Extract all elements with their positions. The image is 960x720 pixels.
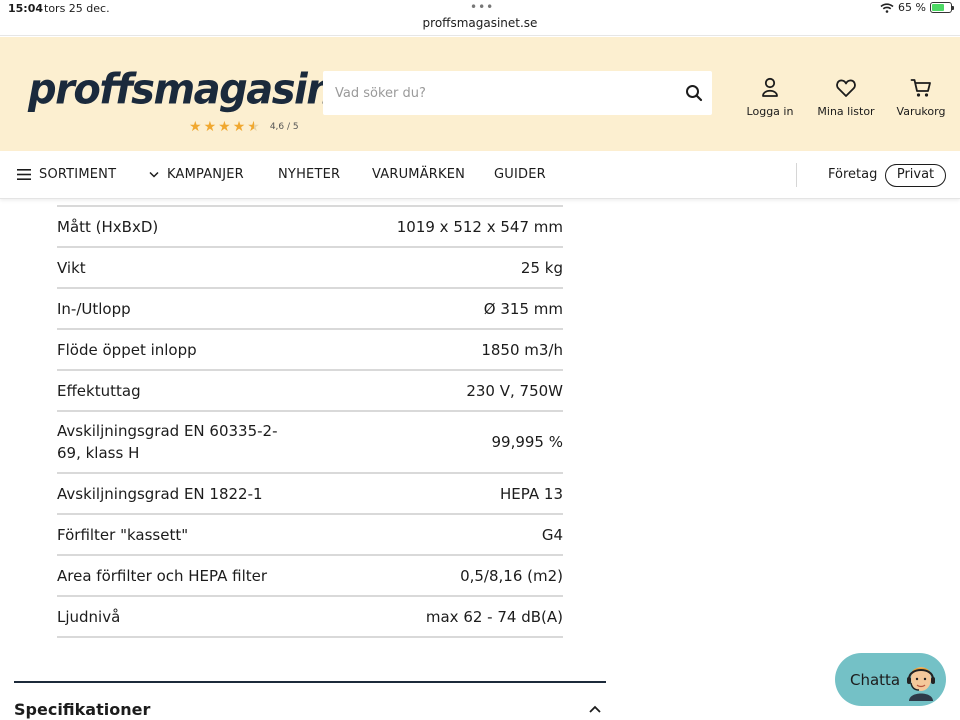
specifications-section-header[interactable]: Specifikationer bbox=[14, 700, 150, 719]
search-icon[interactable] bbox=[684, 83, 704, 103]
table-row: In-/Utlopp Ø 315 mm bbox=[57, 289, 563, 330]
support-agent-icon bbox=[907, 667, 935, 701]
heart-icon bbox=[836, 79, 856, 97]
spec-value: 0,5/8,16 (m2) bbox=[460, 566, 563, 585]
cart-icon bbox=[910, 79, 931, 97]
spec-label: Area förfilter och HEPA filter bbox=[57, 566, 268, 585]
half-star-icon: ★ bbox=[247, 119, 260, 135]
chat-button[interactable]: Chatta bbox=[835, 653, 946, 706]
spec-value: 1019 x 512 x 547 mm bbox=[396, 217, 563, 236]
star-icon: ★ bbox=[232, 119, 246, 135]
spec-value: max 62 - 74 dB(A) bbox=[425, 607, 563, 626]
star-icon: ★ bbox=[189, 119, 202, 135]
spec-value: 1850 m3/h bbox=[481, 340, 563, 359]
table-row: Avskiljningsgrad EN 60335-2-69, klass H … bbox=[57, 412, 563, 474]
spec-label: Vikt bbox=[57, 258, 86, 277]
status-indicators: 65 % bbox=[880, 1, 954, 14]
login-label: Logga in bbox=[746, 105, 794, 118]
status-date: tors 25 dec. bbox=[44, 2, 110, 15]
user-icon bbox=[762, 77, 778, 97]
section-divider bbox=[14, 681, 606, 683]
lists-button[interactable]: Mina listor bbox=[806, 77, 886, 118]
chevron-down-icon bbox=[149, 171, 159, 178]
chat-label: Chatta bbox=[850, 671, 901, 689]
search-box bbox=[323, 71, 712, 115]
status-time: 15:04 bbox=[8, 2, 44, 15]
main-nav: SORTIMENT KAMPANJER NYHETER VARUMÄRKEN G… bbox=[0, 151, 960, 199]
star-icon: ★ bbox=[203, 119, 217, 135]
nav-nyheter-label: NYHETER bbox=[278, 167, 341, 182]
spec-label: Effektuttag bbox=[57, 381, 141, 400]
spec-value: 25 kg bbox=[520, 258, 563, 277]
spec-label: In-/Utlopp bbox=[57, 299, 131, 318]
wifi-icon bbox=[880, 2, 894, 13]
rating[interactable]: ★ ★ ★ ★ ★ 4,6 / 5 bbox=[189, 120, 299, 134]
star-icon: ★ bbox=[218, 119, 231, 135]
spec-label: Ljudnivå bbox=[57, 607, 121, 626]
menu-icon bbox=[17, 169, 31, 180]
status-bar: 15:04 tors 25 dec. ••• proffsmagasinet.s… bbox=[0, 0, 960, 36]
spec-value: 230 V, 750W bbox=[466, 381, 563, 400]
spec-label: Mått (HxBxD) bbox=[57, 217, 159, 236]
cart-button[interactable]: Varukorg bbox=[881, 77, 960, 118]
table-row: Avskiljningsgrad EN 1822-1 HEPA 13 bbox=[57, 474, 563, 515]
site-header: proffsmagasinet ★ ★ ★ ★ ★ 4,6 / 5 Logga … bbox=[0, 37, 960, 151]
spec-label: Förfilter "kassett" bbox=[57, 525, 189, 544]
table-row: Ljudnivå max 62 - 74 dB(A) bbox=[57, 597, 563, 638]
nav-guider[interactable]: GUIDER bbox=[494, 167, 546, 182]
privat-toggle[interactable]: Privat bbox=[885, 164, 946, 187]
lists-label: Mina listor bbox=[817, 105, 875, 118]
table-row: Area förfilter och HEPA filter 0,5/8,16 … bbox=[57, 556, 563, 597]
spec-value: HEPA 13 bbox=[500, 484, 563, 503]
chevron-up-icon[interactable] bbox=[588, 704, 602, 714]
spec-label: Avskiljningsgrad EN 60335-2-69, klass H bbox=[57, 422, 278, 462]
nav-sortiment-label: SORTIMENT bbox=[39, 167, 117, 182]
spec-value: G4 bbox=[541, 525, 563, 544]
rating-text: 4,6 / 5 bbox=[269, 122, 299, 132]
nav-varumarken[interactable]: VARUMÄRKEN bbox=[372, 167, 465, 182]
table-row: Förfilter "kassett" G4 bbox=[57, 515, 563, 556]
foretag-toggle[interactable]: Företag bbox=[828, 167, 877, 182]
search-input[interactable] bbox=[335, 71, 675, 115]
spec-value: 99,995 % bbox=[491, 433, 563, 451]
specs-table: Mått (HxBxD) 1019 x 512 x 547 mm Vikt 25… bbox=[57, 205, 563, 638]
nav-guider-label: GUIDER bbox=[494, 167, 546, 182]
spec-label: Flöde öppet inlopp bbox=[57, 340, 197, 359]
battery-icon bbox=[930, 2, 954, 13]
address-bar-url[interactable]: proffsmagasinet.se bbox=[0, 16, 960, 30]
nav-varumarken-label: VARUMÄRKEN bbox=[372, 167, 466, 182]
nav-divider bbox=[796, 163, 797, 187]
spec-label: Avskiljningsgrad EN 1822-1 bbox=[57, 484, 263, 503]
spec-value: Ø 315 mm bbox=[483, 299, 563, 318]
battery-percent: 65 % bbox=[898, 1, 926, 14]
table-row: Vikt 25 kg bbox=[57, 248, 563, 289]
cart-label: Varukorg bbox=[896, 105, 946, 118]
nav-kampanjer-label: KAMPANJER bbox=[167, 167, 244, 182]
nav-nyheter[interactable]: NYHETER bbox=[278, 167, 340, 182]
table-row: Flöde öppet inlopp 1850 m3/h bbox=[57, 330, 563, 371]
table-row: Mått (HxBxD) 1019 x 512 x 547 mm bbox=[57, 205, 563, 248]
login-button[interactable]: Logga in bbox=[730, 77, 810, 118]
nav-kampanjer[interactable]: KAMPANJER bbox=[149, 167, 244, 182]
multitask-dots-icon[interactable]: ••• bbox=[470, 0, 494, 14]
nav-sortiment[interactable]: SORTIMENT bbox=[17, 167, 116, 182]
table-row: Effektuttag 230 V, 750W bbox=[57, 371, 563, 412]
